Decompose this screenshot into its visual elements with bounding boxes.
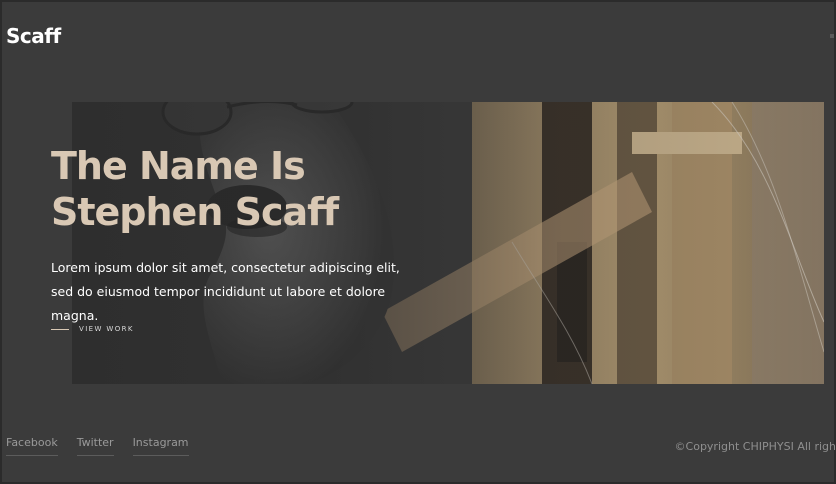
social-links: Facebook Twitter Instagram (6, 436, 208, 456)
facebook-link[interactable]: Facebook (6, 436, 58, 456)
twitter-link[interactable]: Twitter (76, 436, 114, 456)
hero-description: Lorem ipsum dolor sit amet, consectetur … (51, 260, 400, 323)
cta-line-icon (51, 328, 69, 330)
view-work-link[interactable]: VIEW WORK (51, 325, 134, 333)
hero-title: The Name Is Stephen Scaff (51, 144, 339, 234)
view-work-label: VIEW WORK (79, 325, 134, 333)
menu-icon[interactable] (830, 34, 834, 38)
copyright-text: ©Copyright CHIPHYSI All righ (674, 440, 836, 453)
site-logo[interactable]: Scaff (6, 24, 61, 48)
instagram-link[interactable]: Instagram (132, 436, 189, 456)
